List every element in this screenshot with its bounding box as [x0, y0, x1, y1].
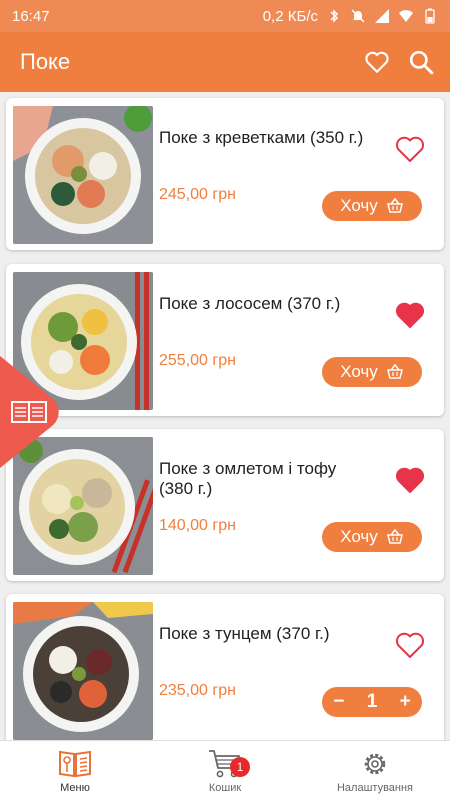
mute-icon [351, 9, 365, 23]
heart-filled-icon[interactable] [394, 465, 426, 495]
search-icon[interactable] [408, 49, 434, 75]
product-price: 245,00 грн [159, 186, 236, 203]
app-bar: Поке [0, 32, 450, 92]
product-list[interactable]: Поке з креветками (350 г.) 245,00 грн Хо… [0, 92, 450, 740]
order-button-label: Хочу [340, 196, 378, 215]
product-card[interactable]: Поке з омлетом і тофу (380 г.) 140,00 гр… [6, 429, 444, 581]
order-button[interactable]: Хочу [322, 191, 422, 221]
cart-count-badge: 1 [230, 757, 250, 777]
status-time: 16:47 [12, 7, 50, 25]
product-price: 140,00 грн [159, 517, 236, 534]
product-card[interactable]: Поке з тунцем (370 г.) 235,00 грн − 1 + [6, 594, 444, 740]
order-button-label: Хочу [340, 362, 378, 381]
quantity-stepper[interactable]: − 1 + [322, 687, 422, 717]
menu-side-tab[interactable] [0, 356, 62, 468]
product-name: Поке з креветками (350 г.) [159, 128, 364, 147]
increase-button[interactable]: + [400, 691, 411, 713]
product-price: 235,00 грн [159, 682, 236, 699]
signal-icon [375, 9, 389, 23]
product-card[interactable]: Поке з креветками (350 г.) 245,00 грн Хо… [6, 98, 444, 250]
product-price: 255,00 грн [159, 352, 236, 369]
status-icons: 0,2 КБ/с [263, 8, 438, 25]
nav-cart-label: Кошик [208, 781, 242, 794]
basket-icon [386, 363, 403, 379]
decrease-button[interactable]: − [333, 691, 344, 713]
basket-icon [386, 197, 403, 213]
product-name: Поке з омлетом і тофу (380 г.) [159, 459, 337, 498]
network-speed: 0,2 КБ/с [262, 7, 318, 25]
status-bar: 16:47 0,2 КБ/с [0, 0, 450, 32]
basket-icon [386, 528, 403, 544]
heart-filled-icon[interactable] [394, 300, 426, 330]
nav-settings-label: Налаштування [336, 781, 414, 794]
nav-menu[interactable]: Меню [0, 741, 150, 800]
quantity-value: 1 [366, 691, 378, 712]
order-button[interactable]: Хочу [322, 357, 422, 387]
heart-outline-icon[interactable] [394, 134, 426, 164]
order-button[interactable]: Хочу [322, 522, 422, 552]
gear-icon [364, 753, 386, 774]
wifi-icon [399, 10, 413, 22]
product-card[interactable]: Поке з лососем (370 г.) 255,00 грн Хочу [6, 264, 444, 416]
product-name: Поке з лососем (370 г.) [159, 294, 341, 313]
favorites-icon[interactable] [364, 49, 390, 75]
menu-book-icon [59, 750, 91, 777]
nav-cart[interactable]: Кошик 1 [150, 741, 300, 800]
order-button-label: Хочу [340, 527, 378, 546]
product-photo [13, 602, 153, 740]
product-name: Поке з тунцем (370 г.) [159, 624, 330, 643]
battery-icon [425, 8, 435, 24]
page-title: Поке [20, 49, 71, 74]
product-photo [13, 106, 153, 244]
bluetooth-icon [330, 9, 339, 23]
heart-outline-icon[interactable] [394, 630, 426, 660]
nav-settings[interactable]: Налаштування [300, 741, 450, 800]
nav-menu-label: Меню [60, 781, 90, 794]
bottom-navigation: Меню Кошик 1 Налаштування [0, 740, 450, 800]
